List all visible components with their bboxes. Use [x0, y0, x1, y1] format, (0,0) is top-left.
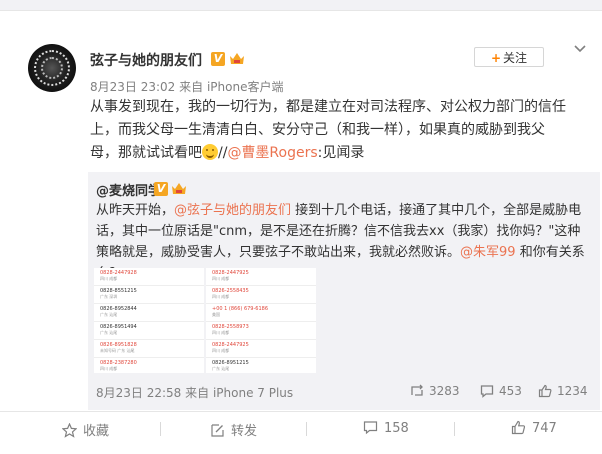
- call-number: 0828-2447928: [100, 270, 137, 276]
- post-text-tail: :见闻录: [317, 145, 365, 161]
- chevron-down-icon[interactable]: [573, 42, 587, 56]
- follow-label: 关注: [503, 51, 528, 65]
- call-location: 广东 汕尾: [100, 312, 118, 317]
- call-number: 0826-8951494: [100, 324, 137, 330]
- mention-link[interactable]: @朱军99: [460, 245, 516, 260]
- avatar[interactable]: [28, 44, 76, 92]
- star-icon: [61, 422, 78, 438]
- like-button[interactable]: 747: [511, 420, 557, 436]
- call-location: 四川 成都: [212, 276, 230, 281]
- call-log-row: 0828-2387280 四川 成都: [94, 358, 204, 373]
- call-log-row: 0826-8951494 广东 汕尾: [94, 322, 204, 340]
- image-thumbnail-1[interactable]: 0828-2447928 四川 成都 0828-8551215 广东 深圳 0826-8…: [94, 268, 204, 373]
- verified-v-icon: V: [211, 52, 225, 66]
- call-log-row: 0826-2558435 四川 成都: [206, 286, 316, 304]
- thumbs-up-icon: [538, 384, 552, 398]
- plus-icon: +: [490, 51, 502, 65]
- post-content: 从事发到现在，我的一切行为，都是建立在对司法程序、对公权力部门的信任上，而我父母…: [90, 96, 568, 165]
- call-location: 四川 成都: [212, 294, 230, 299]
- call-location: 未知号码 广东 汕尾: [100, 348, 135, 353]
- repost-meta: 8月23日 22:58 来自 iPhone 7 Plus: [96, 384, 293, 401]
- favorite-button[interactable]: 收藏: [61, 420, 110, 439]
- action-separator: [454, 422, 455, 436]
- call-number: 0828-2447925: [212, 270, 249, 276]
- call-location: 四川 成都: [100, 366, 118, 371]
- reposted-weibo: @麦烧同学 V 从昨天开始，@弦子与她的朋友们 接到十几个电话，接通了其中几个，…: [88, 172, 600, 410]
- avatar-pattern-inner: [41, 57, 63, 79]
- member-crown-icon: [172, 183, 186, 194]
- comment-icon: [480, 385, 494, 398]
- like-count: 747: [532, 421, 557, 436]
- action-separator: [160, 422, 161, 436]
- like-count: 1234: [557, 384, 588, 398]
- call-log-row: 0826-8952844 广东 汕尾: [94, 304, 204, 322]
- repost-edit-icon: [211, 424, 224, 437]
- post-meta: 8月23日 23:02 来自 iPhone客户端: [90, 78, 283, 95]
- call-location: 美国: [212, 312, 220, 317]
- call-number: 0828-2387280: [100, 360, 137, 366]
- repost-count-button[interactable]: 3283: [410, 384, 460, 398]
- call-log-row: 0826-8951215 广东 汕尾: [206, 358, 316, 373]
- call-log-row: 0826-8951828 未知号码 广东 汕尾: [94, 340, 204, 358]
- call-log-row: 0828-2558973 四川 成都: [206, 322, 316, 340]
- favorite-label: 收藏: [83, 424, 110, 439]
- repost-button[interactable]: 转发: [210, 420, 257, 439]
- call-log-row: +00 1 (866) 679-6186 美国: [206, 304, 316, 322]
- call-location: 四川 成都: [100, 276, 118, 281]
- call-number: 0826-8952844: [100, 306, 137, 312]
- comment-count: 453: [499, 384, 522, 398]
- call-number: 0826-8951215: [212, 360, 249, 366]
- comment-icon: [363, 421, 378, 435]
- repost-source: 来自 iPhone 7 Plus: [185, 386, 294, 400]
- top-border: [0, 0, 602, 11]
- call-number: 0828-2558973: [212, 324, 249, 330]
- call-location: 广东 汕尾: [212, 366, 230, 371]
- call-log-row: 0828-2447925 四川 成都: [206, 340, 316, 358]
- comment-count: 158: [384, 421, 409, 436]
- repost-icon: [411, 384, 423, 396]
- image-thumbnail-2[interactable]: 0828-2447925 四川 成都 0826-2558435 四川 成都 +00 1 …: [206, 268, 316, 373]
- smile-emoji-icon: [202, 144, 218, 160]
- repost-time[interactable]: 8月23日 22:58: [96, 386, 181, 400]
- mention-link[interactable]: @弦子与她的朋友们: [174, 203, 291, 218]
- call-log-row: 0828-2447925 四川 成都: [206, 268, 316, 286]
- post-source: 来自 iPhone客户端: [179, 80, 284, 94]
- call-number: 0828-8551215: [100, 288, 137, 294]
- comment-button[interactable]: 158: [363, 420, 409, 436]
- thumbs-up-icon: [511, 420, 526, 435]
- author-name[interactable]: 弦子与她的朋友们: [90, 50, 202, 70]
- action-bar-divider: [0, 411, 602, 412]
- call-number: 0828-2447925: [212, 342, 249, 348]
- call-number: +00 1 (866) 679-6186: [212, 306, 269, 312]
- call-location: 四川 成都: [212, 348, 230, 353]
- call-location: 四川 成都: [212, 330, 230, 335]
- mention-link[interactable]: @曹墨Rogers: [227, 145, 317, 161]
- call-log-row: 0828-2447928 四川 成都: [94, 268, 204, 286]
- repost-count: 3283: [429, 384, 460, 398]
- repost-author-name[interactable]: @麦烧同学: [96, 184, 161, 199]
- repost-author[interactable]: @麦烧同学: [96, 180, 161, 199]
- member-crown-icon: [230, 53, 244, 64]
- follow-button[interactable]: + 关注: [474, 47, 544, 67]
- call-location: 广东 汕尾: [100, 330, 118, 335]
- call-log-row: 0828-8551215 广东 深圳: [94, 286, 204, 304]
- post-time[interactable]: 8月23日 23:02: [90, 80, 175, 94]
- call-number: 0826-2558435: [212, 288, 249, 294]
- verified-v-icon: V: [154, 182, 168, 196]
- call-location: 广东 深圳: [100, 294, 118, 299]
- call-number: 0826-8951828: [100, 342, 137, 348]
- comment-count-button[interactable]: 453: [480, 384, 522, 398]
- like-count-button[interactable]: 1234: [538, 384, 588, 398]
- repost-label: 转发: [231, 424, 258, 439]
- action-separator: [306, 422, 307, 436]
- repost-text-1: 从昨天开始，: [96, 203, 175, 218]
